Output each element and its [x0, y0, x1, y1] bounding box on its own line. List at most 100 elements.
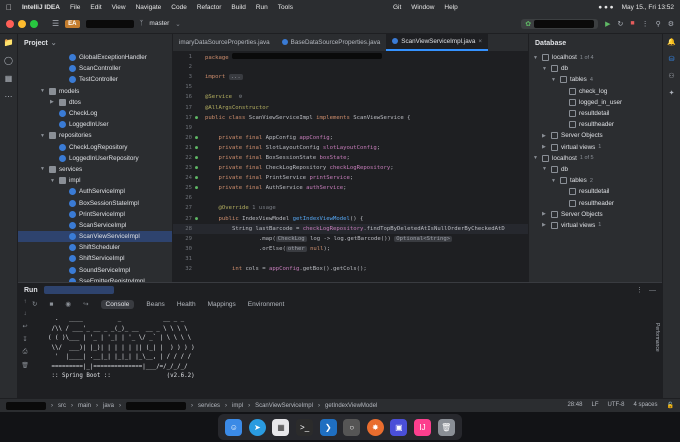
tree-file[interactable]: LoggedInUserRepository [18, 153, 172, 164]
app-icon-2[interactable]: ✸ [366, 418, 384, 436]
chevron-icon[interactable]: ▼ [40, 133, 46, 139]
db-tree-item[interactable]: ▶ virtual views 1 [529, 220, 662, 231]
breadcrumb-java[interactable]: java [103, 403, 114, 409]
stop-icon[interactable]: ■ [49, 301, 53, 308]
db-tree-item[interactable]: ▼ tables 4 [529, 74, 662, 85]
breadcrumb-package-redacted[interactable] [126, 401, 187, 410]
vcs-branch-widget[interactable]: master [149, 20, 169, 27]
zoom-window-button[interactable] [30, 19, 38, 28]
up-arrow-icon[interactable]: ↑ [24, 299, 27, 305]
menu-window[interactable]: Window [411, 4, 434, 11]
tree-folder[interactable]: ▼ services [18, 164, 172, 175]
chevron-icon[interactable]: ▼ [542, 166, 548, 172]
menu-help[interactable]: Help [444, 4, 457, 11]
chevron-icon[interactable]: ▼ [533, 155, 539, 161]
chevron-icon[interactable]: ▼ [533, 55, 539, 61]
exit-icon[interactable]: ↪ [83, 300, 88, 308]
menu-build[interactable]: Build [231, 4, 245, 11]
run-config-selector[interactable]: ✿ [521, 18, 599, 29]
notifications-icon[interactable]: 🔔 [667, 38, 676, 46]
project-panel-header[interactable]: Project ⌄ [18, 34, 172, 52]
tab-mappings[interactable]: Mappings [208, 301, 236, 308]
search-everywhere-icon[interactable]: ⚲ [656, 20, 661, 28]
rerun-icon[interactable]: ↻ [32, 300, 37, 308]
tree-file[interactable]: GlobalExceptionHandler [18, 52, 172, 63]
chevron-icon[interactable]: ▶ [542, 144, 548, 150]
db-tree-item[interactable]: ▼ db [529, 164, 662, 175]
line-separator[interactable]: LF [591, 402, 598, 409]
tree-file[interactable]: CheckLog [18, 108, 172, 119]
project-tool-icon[interactable]: 📁 [4, 38, 14, 47]
run-session-tab[interactable] [43, 286, 114, 294]
tree-file[interactable]: ScanViewServiceImpl [18, 231, 172, 243]
structure-tool-icon[interactable]: ▦ [5, 74, 13, 83]
commit-tool-icon[interactable]: ◯ [4, 56, 13, 65]
breadcrumb-impl[interactable]: impl [232, 403, 243, 409]
chevron-icon[interactable]: ▼ [40, 166, 46, 172]
tab-environment[interactable]: Environment [248, 301, 285, 308]
code-line[interactable]: 17 @AllArgsConstructor [173, 102, 528, 112]
close-tab-icon[interactable]: × [478, 38, 482, 45]
tree-folder[interactable]: ▶ dtos [18, 97, 172, 108]
code-line[interactable]: 30 .orElse(other null); [173, 244, 528, 254]
db-tree-item[interactable]: resultdetail [529, 108, 662, 119]
chevron-icon[interactable]: ▼ [50, 178, 56, 184]
apple-icon[interactable]:  [6, 3, 12, 12]
breadcrumb-main[interactable]: main [78, 403, 91, 409]
chevron-down-icon[interactable]: ⌄ [175, 20, 180, 28]
more-tools-icon[interactable]: ⋯ [5, 92, 13, 101]
tree-file[interactable]: CheckLogRepository [18, 142, 172, 153]
tree-file[interactable]: ShiftScheduler [18, 242, 172, 253]
bean-gutter-icon[interactable]: ● [195, 185, 205, 191]
status-icons[interactable]: ● ● ● [598, 4, 613, 11]
tree-file[interactable]: BoxSessionStateImpl [18, 197, 172, 208]
menubar-clock[interactable]: May 15., Fri 13:52 [622, 4, 674, 11]
tree-file[interactable]: PrintServiceImpl [18, 209, 172, 220]
trash-icon[interactable]: 🗑 [437, 418, 455, 436]
camera-icon[interactable]: ◉ [65, 300, 71, 308]
menu-file[interactable]: File [70, 4, 80, 11]
finder-icon[interactable]: ☺ [225, 418, 243, 436]
breadcrumb-src[interactable]: src [58, 403, 66, 409]
db-tree-item[interactable]: ▼ tables 2 [529, 175, 662, 186]
menu-navigate[interactable]: Navigate [136, 4, 162, 11]
code-line[interactable]: 26 [173, 193, 528, 203]
chevron-icon[interactable]: ▶ [542, 222, 548, 228]
code-line[interactable]: 23 ● private final CheckLogRepository che… [173, 163, 528, 173]
code-line[interactable]: 15 [173, 82, 528, 92]
db-tree-item[interactable]: ▶ virtual views 1 [529, 142, 662, 153]
tree-file[interactable]: ScanServiceImpl [18, 220, 172, 231]
code-area[interactable]: 1 package 2 3 import ... 15 16 @Service ⚙ 17 @Al… [173, 52, 528, 274]
project-badge[interactable]: EA [65, 19, 80, 28]
code-line[interactable]: 31 [173, 254, 528, 264]
menu-git[interactable]: Git [393, 4, 401, 11]
trash-icon[interactable]: 🗑 [21, 362, 29, 369]
code-line[interactable]: 2 [173, 62, 528, 72]
db-tree-item[interactable]: resultheader [529, 197, 662, 208]
code-line[interactable]: 20 ● private final AppConfig appConfig; [173, 133, 528, 143]
caret-position[interactable]: 28:48 [567, 402, 582, 409]
code-line[interactable]: 16 @Service ⚙ [173, 92, 528, 102]
down-arrow-icon[interactable]: ↓ [24, 311, 27, 317]
db-tree-item[interactable]: ▶ Server Objects [529, 130, 662, 141]
bean-gutter-icon[interactable]: ● [195, 216, 205, 222]
menu-view[interactable]: View [112, 4, 126, 11]
chevron-icon[interactable]: ▼ [542, 66, 548, 72]
minimize-panel-icon[interactable]: — [649, 287, 656, 294]
tree-file[interactable]: TestController [18, 74, 172, 85]
db-tree-item[interactable]: ▼ db [529, 63, 662, 74]
bean-gutter-icon[interactable]: ● [195, 165, 205, 171]
breadcrumb-class[interactable]: ScanViewServiceImpl [255, 403, 313, 409]
more-icon[interactable]: ⋮ [636, 286, 643, 294]
tree-folder[interactable]: ▼ models [18, 86, 172, 97]
console-output[interactable]: . ____ _ __ _ _ /\\ / ___'_ __ _ _(_)_ _… [18, 311, 662, 382]
db-tree-item[interactable]: logged_in_user [529, 97, 662, 108]
rerun-icon[interactable]: ↻ [617, 20, 623, 28]
tab-beans[interactable]: Beans [146, 301, 164, 308]
tree-file[interactable]: ShiftServiceImpl [18, 253, 172, 264]
db-tree-item[interactable]: ▼ localhost 1 of 4 [529, 52, 662, 63]
menu-code[interactable]: Code [171, 4, 187, 11]
settings-gear-icon[interactable]: ⚙ [668, 20, 674, 28]
breadcrumb-services[interactable]: services [198, 403, 220, 409]
performance-side-tab[interactable]: Performance [654, 323, 660, 352]
